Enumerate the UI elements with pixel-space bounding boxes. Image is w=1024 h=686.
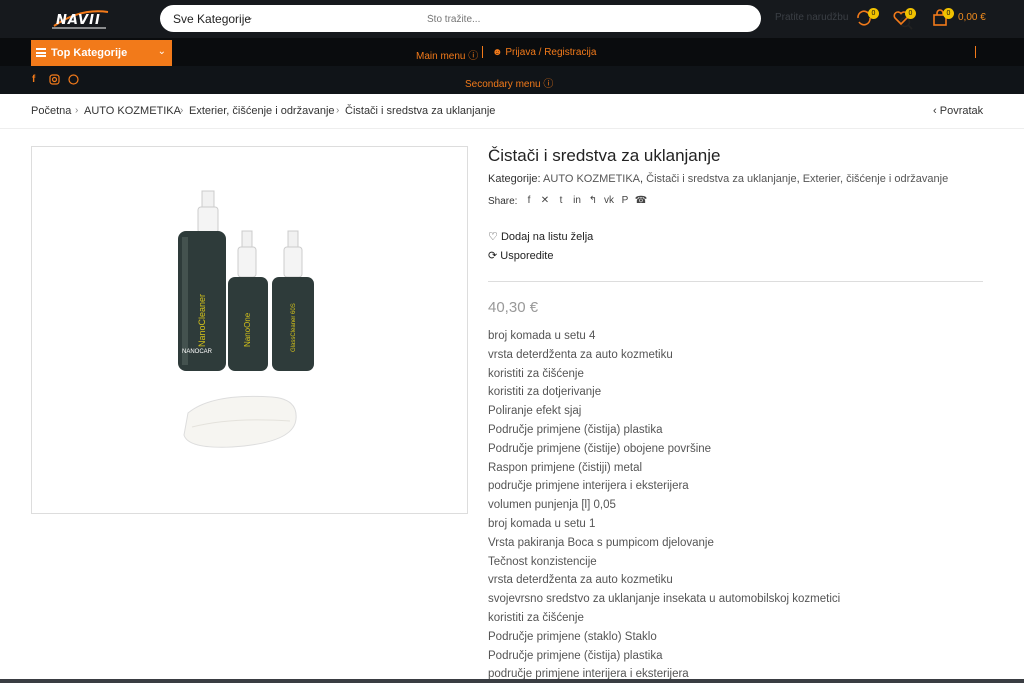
heart-icon: ♡ xyxy=(488,231,498,243)
search-bar: Sve Kategorije ⌄ xyxy=(160,5,913,32)
description-line: Tečnost konzistencije xyxy=(488,555,597,568)
chevron-right-icon: › xyxy=(336,105,340,116)
product-description: broj komada u setu 4 vrsta deterdženta z… xyxy=(488,329,988,686)
wishlist-count-badge: 0 xyxy=(905,8,916,19)
login-link[interactable]: ☻ Prijava / Registracija xyxy=(492,47,596,58)
site-logo[interactable]: NAVII xyxy=(50,6,110,32)
search-category-select[interactable]: Sve Kategorije xyxy=(173,12,251,26)
description-line: svojevrsno sredstvo za uklanjanje inseka… xyxy=(488,593,841,606)
info-icon: ⓘ xyxy=(468,51,479,62)
categories-label: Kategorije: xyxy=(488,173,541,185)
instagram-icon[interactable] xyxy=(49,74,60,85)
category-link[interactable]: Čistači i sredstva za uklanjanje xyxy=(646,173,796,185)
chevron-right-icon: › xyxy=(75,105,79,116)
description-line: broj komada u setu 1 xyxy=(488,517,596,530)
product-image[interactable]: NanoCleaner NANOCAR NanoOne GlassCleaner… xyxy=(31,146,468,514)
description-line: koristiti za dotjerivanje xyxy=(488,386,602,399)
facebook-icon[interactable]: f xyxy=(32,74,35,85)
chevron-down-icon: ⌄ xyxy=(157,46,166,57)
description-line: Područje primjene (čistija) plastika xyxy=(488,649,663,662)
category-link[interactable]: AUTO KOZMETIKA xyxy=(543,173,640,185)
description-line: broj komada u setu 4 xyxy=(488,330,596,342)
description-line: Područje primjene (čistija) plastika xyxy=(488,423,663,436)
pinterest-icon[interactable]: P xyxy=(617,195,633,206)
chevron-right-icon: › xyxy=(180,105,184,116)
secondary-menu-link[interactable]: Secondary menu ⓘ xyxy=(465,75,553,90)
description-line: koristiti za čišćenje xyxy=(488,367,584,380)
top-categories-label: Top Kategorije xyxy=(51,47,128,59)
description-line: Vrsta pakiranja Boca s pumpicom djelovan… xyxy=(488,536,714,549)
nanocar-label: NANOCAR xyxy=(182,349,213,355)
description-line: područje primjene interijera i eksterije… xyxy=(488,480,689,493)
bottom-bar xyxy=(0,679,1024,683)
breadcrumb-current: Čistači i sredstva za uklanjanje xyxy=(345,105,496,117)
description-line: vrsta deterdženta za auto kozmetiku xyxy=(488,574,673,587)
description-line: Područje primjene (staklo) Staklo xyxy=(488,630,657,643)
main-menu-label: Main menu xyxy=(416,51,466,62)
linkedin-icon[interactable]: in xyxy=(569,195,585,206)
compare-button[interactable]: ⟳ Usporedite xyxy=(488,249,553,262)
cart-total[interactable]: 0,00 € xyxy=(958,12,986,23)
product-categories: Kategorije: AUTO KOZMETIKA, Čistači i sr… xyxy=(488,173,949,185)
wishlist-label: Dodaj na listu želja xyxy=(500,231,594,243)
product-price: 40,30 € xyxy=(488,299,539,316)
category-link[interactable]: Exterier, čišćenje i održavanje xyxy=(803,173,949,185)
tumblr-icon[interactable]: t xyxy=(553,195,569,206)
nanoone-label: NanoOne xyxy=(243,312,252,347)
product-photo: NanoCleaner NANOCAR NanoOne GlassCleaner… xyxy=(178,190,314,448)
logo-text: NAVII xyxy=(56,13,101,28)
compare-icon: ⟳ xyxy=(488,250,498,262)
description-line: vrsta deterdženta za auto kozmetiku xyxy=(488,348,673,361)
description-line: Poliranje efekt sjaj xyxy=(488,405,582,418)
back-link[interactable]: ‹ Povratak xyxy=(933,105,983,117)
compare-label: Usporedite xyxy=(500,250,554,262)
glasscleaner-label: GlassCleaner 60S xyxy=(291,303,297,352)
top-categories-button[interactable]: Top Kategorije ⌄ xyxy=(31,40,172,66)
nanocleaner-label: NanoCleaner xyxy=(197,294,207,347)
facebook-icon[interactable]: f xyxy=(521,195,537,206)
chevron-down-icon: ⌄ xyxy=(246,12,254,22)
breadcrumb-auto-kozmetika[interactable]: AUTO KOZMETIKA xyxy=(84,105,181,117)
info-icon: ⓘ xyxy=(543,79,554,90)
vk-icon[interactable]: vk xyxy=(601,195,617,206)
track-order-link[interactable]: Pratite narudžbu xyxy=(775,12,848,23)
login-label: Prijava / Registracija xyxy=(505,47,597,58)
compare-count-badge: 0 xyxy=(868,8,879,19)
description-line: područje primjene interijera i eksterije… xyxy=(488,668,689,681)
whatsapp-icon[interactable]: ☎ xyxy=(633,195,649,206)
breadcrumb-home[interactable]: Početna xyxy=(31,105,71,117)
main-menu-link[interactable]: Main menu ⓘ xyxy=(416,47,478,62)
whatsapp-icon[interactable] xyxy=(68,74,79,85)
breadcrumb-exterier[interactable]: Exterier, čišćenje i održavanje xyxy=(189,105,335,117)
x-icon[interactable]: ✕ xyxy=(537,195,553,206)
description-line: koristiti za čišćenje xyxy=(488,611,584,624)
divider xyxy=(488,281,983,282)
share-icons: f ✕ t in ↰ vk P ☎ xyxy=(521,195,649,206)
user-icon: ☻ xyxy=(492,47,503,58)
description-line: Područje primjene (čistije) obojene povr… xyxy=(488,442,712,455)
chevron-left-icon: ‹ xyxy=(933,105,937,117)
hamburger-icon xyxy=(36,48,46,57)
back-label: Povratak xyxy=(939,105,984,117)
add-to-wishlist-button[interactable]: ♡ Dodaj na listu želja xyxy=(488,230,593,243)
description-line: volumen punjenja [l] 0,05 xyxy=(488,499,616,512)
share-label: Share: xyxy=(488,196,518,207)
nav-divider xyxy=(482,46,483,58)
product-title: Čistači i sredstva za uklanjanje xyxy=(488,146,721,165)
secondary-menu-label: Secondary menu xyxy=(465,79,541,90)
description-line: Raspon primjene (čistiji) metal xyxy=(488,461,643,474)
nav-divider xyxy=(975,46,976,58)
cart-count-badge: 0 xyxy=(943,8,954,19)
odnoklassniki-icon[interactable]: ↰ xyxy=(585,195,601,206)
